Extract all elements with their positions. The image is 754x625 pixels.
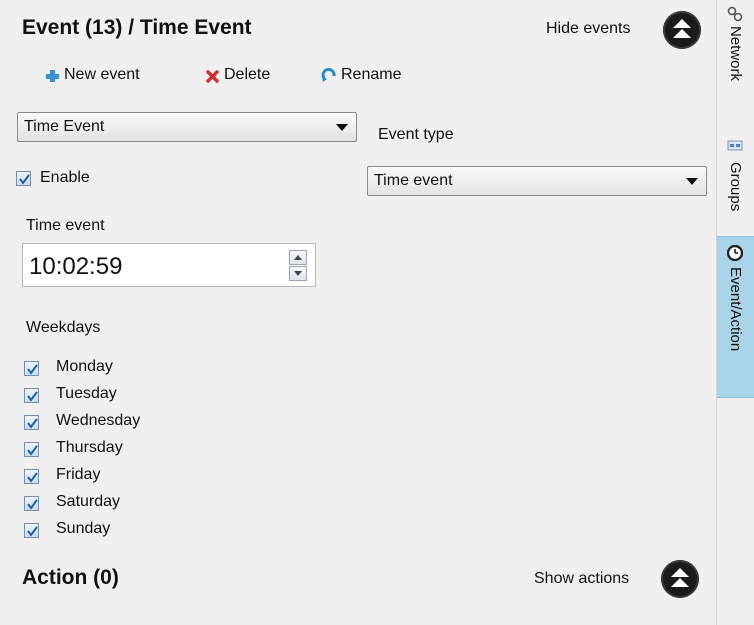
delete-button[interactable]: Delete (204, 66, 270, 84)
arrow-down-icon (294, 271, 302, 276)
event-panel: Event (13) / Time Event Hide events New … (0, 0, 716, 625)
show-actions-button[interactable] (661, 560, 699, 598)
clock-icon (727, 245, 743, 261)
enable-checkbox[interactable] (16, 171, 31, 186)
spin-up-button[interactable] (289, 250, 307, 265)
time-event-label: Time event (26, 217, 105, 234)
weekday-label-friday: Friday (56, 466, 101, 483)
tab-groups-label: Groups (727, 162, 744, 212)
checkmark-icon (27, 499, 38, 510)
tuesday-checkbox[interactable] (24, 388, 39, 403)
weekdays-label: Weekdays (26, 319, 101, 336)
tab-network[interactable]: Network (717, 0, 754, 122)
dropdown-arrow-icon (336, 124, 348, 131)
spin-down-button[interactable] (289, 266, 307, 281)
event-select[interactable]: Time Event (17, 112, 357, 142)
weekday-label-thursday: Thursday (56, 439, 123, 456)
tab-event-action[interactable]: Event/Action (717, 236, 754, 398)
tab-network-label: Network (727, 26, 744, 82)
refresh-icon (321, 68, 336, 82)
event-header-title: Event (13) / Time Event (22, 16, 252, 39)
checkmark-icon (27, 445, 38, 456)
checkmark-icon (27, 391, 38, 402)
action-header-title: Action (0) (22, 566, 119, 589)
time-event-value: 10:02:59 (29, 253, 123, 280)
checkmark-icon (27, 472, 38, 483)
weekday-label-sunday: Sunday (56, 520, 111, 537)
show-actions-label[interactable]: Show actions (534, 570, 629, 588)
delete-x-icon (206, 70, 219, 83)
hide-events-label[interactable]: Hide events (546, 20, 631, 38)
event-type-label: Event type (378, 126, 454, 143)
groups-icon (727, 140, 743, 151)
checkmark-icon (27, 526, 38, 537)
side-tab-bar: Network Groups Event/Action (716, 0, 754, 625)
delete-label: Delete (224, 66, 271, 83)
double-chevron-up-icon (671, 568, 689, 587)
event-type-value: Time event (374, 172, 453, 189)
event-type-select[interactable]: Time event (367, 166, 707, 196)
checkmark-icon (27, 364, 38, 375)
weekday-label-tuesday: Tuesday (56, 385, 117, 402)
event-select-value: Time Event (24, 118, 105, 135)
tab-groups[interactable]: Groups (717, 134, 754, 230)
wednesday-checkbox[interactable] (24, 415, 39, 430)
network-icon (727, 6, 743, 22)
dropdown-arrow-icon (686, 178, 698, 185)
friday-checkbox[interactable] (24, 469, 39, 484)
rename-label: Rename (341, 66, 402, 83)
monday-checkbox[interactable] (24, 361, 39, 376)
sunday-checkbox[interactable] (24, 523, 39, 538)
plus-icon (46, 70, 59, 82)
checkmark-icon (27, 418, 38, 429)
weekday-label-wednesday: Wednesday (56, 412, 141, 429)
thursday-checkbox[interactable] (24, 442, 39, 457)
rename-button[interactable]: Rename (321, 66, 401, 84)
weekday-label-saturday: Saturday (56, 493, 121, 510)
new-event-button[interactable]: New event (44, 66, 140, 84)
new-event-label: New event (64, 66, 140, 83)
checkmark-icon (19, 174, 30, 185)
weekday-label-monday: Monday (56, 358, 113, 375)
hide-events-button[interactable] (663, 11, 701, 49)
tab-event-action-label: Event/Action (727, 267, 744, 352)
double-chevron-up-icon (673, 19, 691, 38)
saturday-checkbox[interactable] (24, 496, 39, 511)
time-event-spinner[interactable]: 10:02:59 (22, 243, 316, 287)
enable-label: Enable (40, 169, 90, 186)
arrow-up-icon (294, 255, 302, 260)
